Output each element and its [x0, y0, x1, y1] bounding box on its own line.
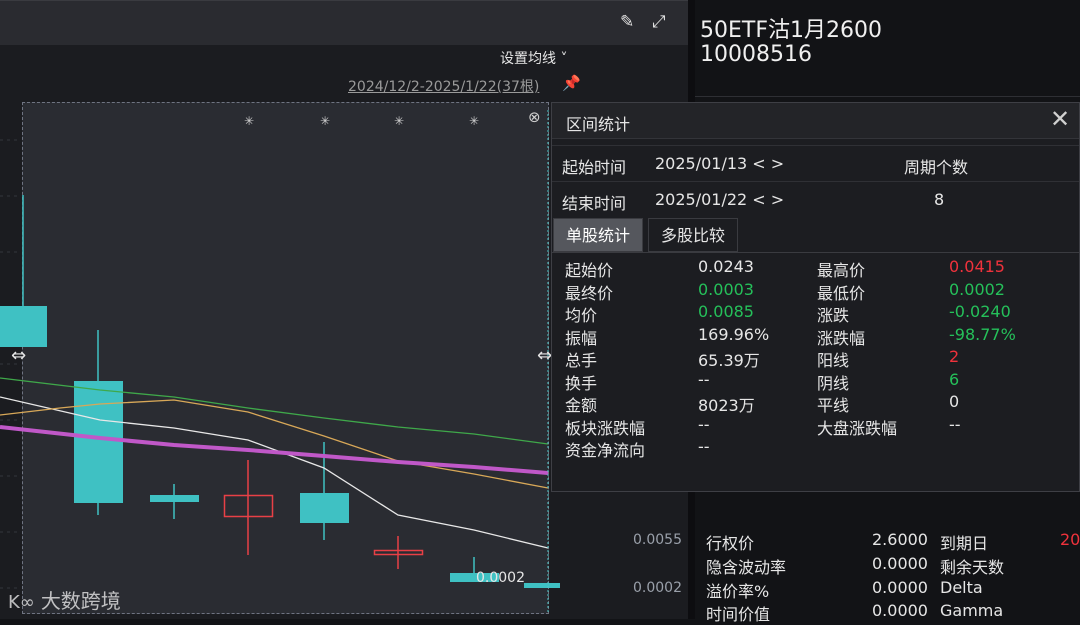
- option-row-label: 隐含波动率: [706, 558, 787, 577]
- tab-single-stock[interactable]: 单股统计: [553, 218, 644, 252]
- stat-value: 0.0002: [949, 279, 1005, 299]
- watermark: K∞ 大数跨境: [8, 585, 121, 614]
- axis-label: 0.0002: [633, 580, 682, 596]
- left-drag-handle[interactable]: ⇔: [11, 345, 26, 366]
- stat-value: 0: [949, 392, 960, 411]
- stat-value: 0.0003: [698, 279, 754, 299]
- stat-label: 平线: [817, 396, 850, 415]
- start-time-value[interactable]: 2025/01/13 < >: [655, 154, 784, 173]
- candle-body: [150, 495, 199, 502]
- option-row-value: 2.6000: [872, 530, 928, 549]
- stat-label: 涨跌: [817, 306, 850, 325]
- stat-value: --: [698, 369, 710, 389]
- period-count-value: 8: [934, 190, 945, 209]
- stat-label: 阳线: [817, 351, 850, 370]
- stat-label: 最低价: [817, 283, 866, 303]
- option-row-value: 20: [1060, 530, 1080, 549]
- range-stats-dialog: 区间统计 ✕ 起始时间 2025/01/13 < > 周期个数 结束时间 202…: [551, 102, 1080, 492]
- period-count-label: 周期个数: [904, 158, 969, 177]
- option-row-value: 0.0000: [872, 578, 928, 597]
- stat-label: 振幅: [565, 328, 598, 348]
- end-time-label: 结束时间: [562, 194, 627, 213]
- tab-divider: [552, 252, 1079, 253]
- option-row-label: 到期日: [940, 534, 989, 553]
- stat-label: 板块涨跌幅: [565, 418, 646, 438]
- dialog-title-bar[interactable]: [552, 103, 1079, 139]
- option-name: 50ETF沽1月2600: [700, 18, 882, 43]
- option-row-label: 行权价: [706, 534, 755, 553]
- stat-label: 涨跌幅: [817, 328, 866, 348]
- stat-label: 起始价: [565, 261, 614, 280]
- candle-body: [74, 381, 123, 503]
- option-row-label: Gamma: [940, 601, 1004, 620]
- option-row-label: Delta: [940, 578, 983, 597]
- candle-body: [524, 583, 560, 588]
- stat-value: 0.0415: [949, 257, 1005, 276]
- watermark-text: 大数跨境: [40, 589, 121, 613]
- option-row-value: 0.0000: [872, 601, 928, 620]
- option-row-label: 时间价值: [706, 605, 771, 624]
- stat-value: 0.0243: [698, 257, 754, 276]
- divider: [695, 96, 1080, 97]
- stat-value: 169.96%: [698, 324, 770, 344]
- tab-multi-compare[interactable]: 多股比较: [648, 218, 739, 252]
- end-time-row: [552, 181, 1079, 218]
- candle-body: [300, 493, 349, 523]
- watermark-logo-icon: K∞: [8, 592, 35, 613]
- stat-label: 资金净流向: [565, 441, 646, 460]
- stat-label: 金额: [565, 396, 598, 415]
- stat-value: 2: [949, 347, 960, 366]
- stat-label: 最高价: [817, 261, 866, 280]
- stat-label: 最终价: [565, 283, 614, 303]
- expand-icon[interactable]: ⤢: [652, 12, 666, 32]
- stat-value: 6: [949, 369, 960, 389]
- stat-value: 8023万: [698, 396, 755, 415]
- option-row-label: 剩余天数: [940, 558, 1005, 577]
- option-code: 10008516: [700, 42, 812, 67]
- stat-value: 65.39万: [698, 351, 760, 370]
- right-drag-handle[interactable]: ⇔: [537, 345, 552, 366]
- start-time-row: [552, 145, 1079, 182]
- stat-label: 总手: [565, 351, 598, 370]
- option-row-value: 0.0000: [872, 554, 928, 573]
- last-price-label: 0.0002: [476, 570, 525, 586]
- start-time-label: 起始时间: [562, 158, 627, 177]
- stat-label: 大盘涨跌幅: [817, 418, 898, 438]
- candle-body: [0, 306, 47, 347]
- dialog-title: 区间统计: [566, 115, 631, 134]
- stat-label: 换手: [565, 373, 598, 393]
- stat-value: --: [698, 437, 710, 456]
- stat-label: 阴线: [817, 373, 850, 393]
- close-icon[interactable]: ✕: [1050, 105, 1070, 133]
- stat-value: 0.0085: [698, 302, 754, 321]
- stat-value: -98.77%: [949, 324, 1016, 344]
- end-time-value[interactable]: 2025/01/22 < >: [655, 190, 784, 209]
- stat-value: -0.0240: [949, 302, 1011, 321]
- stat-value: --: [949, 414, 961, 434]
- candles-layer: [0, 110, 560, 614]
- stat-value: --: [698, 414, 710, 434]
- pin-icon[interactable]: 📌: [562, 74, 581, 92]
- option-row-label: 溢价率%: [706, 582, 770, 601]
- axis-label: 0.0055: [633, 532, 682, 548]
- stat-label: 均价: [565, 306, 598, 325]
- brush-icon[interactable]: ✎: [620, 12, 634, 32]
